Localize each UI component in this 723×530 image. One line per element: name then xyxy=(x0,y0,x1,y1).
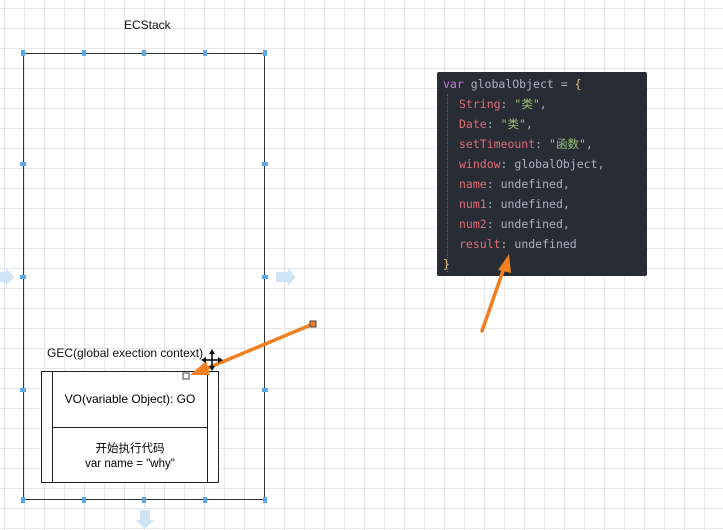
marker xyxy=(142,497,146,503)
marker xyxy=(82,50,86,56)
marker xyxy=(262,275,268,279)
marker xyxy=(20,162,26,166)
marker xyxy=(142,50,146,56)
arrow-endpoint-handle[interactable] xyxy=(309,320,317,328)
marker xyxy=(263,497,267,503)
marker xyxy=(203,50,207,56)
stack-connection-markers xyxy=(20,50,268,503)
marker xyxy=(20,388,26,392)
marker xyxy=(20,275,26,279)
hover-arrows xyxy=(0,268,296,529)
marker xyxy=(21,50,25,56)
marker xyxy=(21,497,25,503)
arrow-shaft xyxy=(480,266,506,333)
hover-arrow-down xyxy=(136,510,154,529)
arrow-head xyxy=(498,254,511,273)
arrow-shaft xyxy=(201,322,315,372)
diagram-overlay xyxy=(0,50,511,529)
arrow-to-code[interactable] xyxy=(480,254,511,333)
marker xyxy=(82,497,86,503)
marker xyxy=(203,497,207,503)
marker xyxy=(262,388,268,392)
marker xyxy=(262,162,268,166)
marker xyxy=(263,50,267,56)
arrow-to-gec[interactable] xyxy=(190,322,315,375)
arrow-head xyxy=(190,361,210,375)
arrow-start-handle[interactable] xyxy=(182,372,190,380)
hover-arrow-right xyxy=(276,268,296,286)
hover-arrow-left xyxy=(0,268,14,286)
